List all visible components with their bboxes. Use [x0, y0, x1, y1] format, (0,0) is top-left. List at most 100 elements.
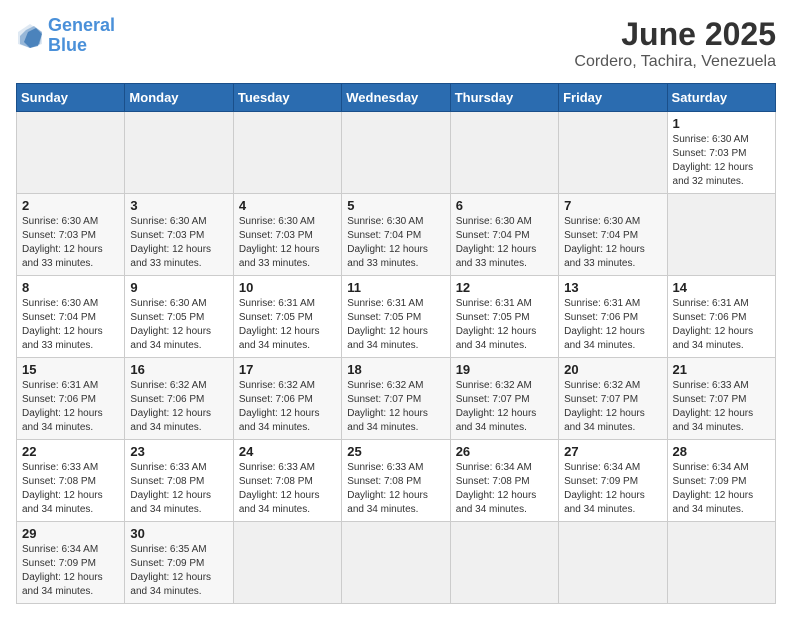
calendar-cell: 6 Sunrise: 6:30 AM Sunset: 7:04 PM Dayli…	[450, 194, 558, 276]
day-info: Sunrise: 6:33 AM Sunset: 7:07 PM Dayligh…	[673, 379, 770, 435]
sunrise-text: Sunrise: 6:30 AM	[22, 215, 119, 229]
day-number: 8	[22, 280, 119, 295]
sunrise-text: Sunrise: 6:31 AM	[564, 297, 661, 311]
sunrise-text: Sunrise: 6:32 AM	[130, 379, 227, 393]
day-number: 9	[130, 280, 227, 295]
day-number: 18	[347, 362, 444, 377]
calendar-cell: 18 Sunrise: 6:32 AM Sunset: 7:07 PM Dayl…	[342, 358, 450, 440]
sunset-text: Sunset: 7:08 PM	[456, 475, 553, 489]
sunset-text: Sunset: 7:04 PM	[456, 229, 553, 243]
sunrise-text: Sunrise: 6:32 AM	[564, 379, 661, 393]
sunrise-text: Sunrise: 6:30 AM	[22, 297, 119, 311]
weekday-header-monday: Monday	[125, 84, 233, 112]
sunrise-text: Sunrise: 6:34 AM	[456, 461, 553, 475]
day-info: Sunrise: 6:32 AM Sunset: 7:07 PM Dayligh…	[347, 379, 444, 435]
daylight-text: Daylight: 12 hours and 33 minutes.	[22, 243, 119, 271]
day-number: 6	[456, 198, 553, 213]
sunset-text: Sunset: 7:07 PM	[347, 393, 444, 407]
calendar-table: SundayMondayTuesdayWednesdayThursdayFrid…	[16, 83, 776, 604]
daylight-text: Daylight: 12 hours and 34 minutes.	[564, 489, 661, 517]
day-number: 25	[347, 444, 444, 459]
day-info: Sunrise: 6:30 AM Sunset: 7:04 PM Dayligh…	[22, 297, 119, 353]
calendar-cell: 28 Sunrise: 6:34 AM Sunset: 7:09 PM Dayl…	[667, 440, 775, 522]
daylight-text: Daylight: 12 hours and 34 minutes.	[22, 571, 119, 599]
day-number: 11	[347, 280, 444, 295]
day-number: 15	[22, 362, 119, 377]
daylight-text: Daylight: 12 hours and 34 minutes.	[673, 325, 770, 353]
calendar-cell: 27 Sunrise: 6:34 AM Sunset: 7:09 PM Dayl…	[559, 440, 667, 522]
calendar-cell: 24 Sunrise: 6:33 AM Sunset: 7:08 PM Dayl…	[233, 440, 341, 522]
weekday-header-wednesday: Wednesday	[342, 84, 450, 112]
calendar-week-6: 29 Sunrise: 6:34 AM Sunset: 7:09 PM Dayl…	[17, 522, 776, 604]
day-info: Sunrise: 6:31 AM Sunset: 7:05 PM Dayligh…	[456, 297, 553, 353]
day-number: 14	[673, 280, 770, 295]
day-number: 3	[130, 198, 227, 213]
day-info: Sunrise: 6:34 AM Sunset: 7:09 PM Dayligh…	[22, 543, 119, 599]
calendar-cell: 29 Sunrise: 6:34 AM Sunset: 7:09 PM Dayl…	[17, 522, 125, 604]
weekday-header-saturday: Saturday	[667, 84, 775, 112]
calendar-cell: 25 Sunrise: 6:33 AM Sunset: 7:08 PM Dayl…	[342, 440, 450, 522]
day-number: 30	[130, 526, 227, 541]
day-number: 29	[22, 526, 119, 541]
sunrise-text: Sunrise: 6:31 AM	[347, 297, 444, 311]
calendar-cell	[233, 112, 341, 194]
logo: General Blue	[16, 16, 115, 56]
sunset-text: Sunset: 7:08 PM	[347, 475, 444, 489]
sunrise-text: Sunrise: 6:30 AM	[347, 215, 444, 229]
sunset-text: Sunset: 7:07 PM	[564, 393, 661, 407]
sunset-text: Sunset: 7:07 PM	[673, 393, 770, 407]
daylight-text: Daylight: 12 hours and 34 minutes.	[130, 407, 227, 435]
daylight-text: Daylight: 12 hours and 34 minutes.	[347, 407, 444, 435]
calendar-cell	[233, 522, 341, 604]
sunset-text: Sunset: 7:04 PM	[22, 311, 119, 325]
sunset-text: Sunset: 7:05 PM	[347, 311, 444, 325]
calendar-cell: 16 Sunrise: 6:32 AM Sunset: 7:06 PM Dayl…	[125, 358, 233, 440]
weekday-header-friday: Friday	[559, 84, 667, 112]
daylight-text: Daylight: 12 hours and 33 minutes.	[564, 243, 661, 271]
day-number: 22	[22, 444, 119, 459]
day-number: 10	[239, 280, 336, 295]
calendar-cell: 21 Sunrise: 6:33 AM Sunset: 7:07 PM Dayl…	[667, 358, 775, 440]
day-info: Sunrise: 6:30 AM Sunset: 7:03 PM Dayligh…	[673, 133, 770, 189]
day-info: Sunrise: 6:30 AM Sunset: 7:04 PM Dayligh…	[456, 215, 553, 271]
sunrise-text: Sunrise: 6:30 AM	[239, 215, 336, 229]
daylight-text: Daylight: 12 hours and 34 minutes.	[564, 407, 661, 435]
daylight-text: Daylight: 12 hours and 34 minutes.	[456, 489, 553, 517]
sunrise-text: Sunrise: 6:30 AM	[130, 215, 227, 229]
sunset-text: Sunset: 7:06 PM	[564, 311, 661, 325]
calendar-body: 1 Sunrise: 6:30 AM Sunset: 7:03 PM Dayli…	[17, 112, 776, 604]
sunset-text: Sunset: 7:09 PM	[22, 557, 119, 571]
sunset-text: Sunset: 7:06 PM	[673, 311, 770, 325]
day-info: Sunrise: 6:31 AM Sunset: 7:05 PM Dayligh…	[347, 297, 444, 353]
sunset-text: Sunset: 7:07 PM	[456, 393, 553, 407]
daylight-text: Daylight: 12 hours and 34 minutes.	[130, 325, 227, 353]
day-info: Sunrise: 6:33 AM Sunset: 7:08 PM Dayligh…	[130, 461, 227, 517]
sunset-text: Sunset: 7:06 PM	[130, 393, 227, 407]
calendar-cell: 20 Sunrise: 6:32 AM Sunset: 7:07 PM Dayl…	[559, 358, 667, 440]
page-header: General Blue June 2025 Cordero, Tachira,…	[16, 16, 776, 71]
day-info: Sunrise: 6:31 AM Sunset: 7:06 PM Dayligh…	[673, 297, 770, 353]
calendar-subtitle: Cordero, Tachira, Venezuela	[574, 53, 776, 71]
day-number: 4	[239, 198, 336, 213]
daylight-text: Daylight: 12 hours and 33 minutes.	[22, 325, 119, 353]
sunrise-text: Sunrise: 6:32 AM	[456, 379, 553, 393]
sunset-text: Sunset: 7:05 PM	[239, 311, 336, 325]
calendar-cell: 10 Sunrise: 6:31 AM Sunset: 7:05 PM Dayl…	[233, 276, 341, 358]
sunset-text: Sunset: 7:05 PM	[130, 311, 227, 325]
daylight-text: Daylight: 12 hours and 34 minutes.	[239, 489, 336, 517]
sunset-text: Sunset: 7:03 PM	[22, 229, 119, 243]
calendar-cell: 8 Sunrise: 6:30 AM Sunset: 7:04 PM Dayli…	[17, 276, 125, 358]
sunset-text: Sunset: 7:08 PM	[130, 475, 227, 489]
sunrise-text: Sunrise: 6:31 AM	[239, 297, 336, 311]
sunset-text: Sunset: 7:08 PM	[22, 475, 119, 489]
weekday-header-row: SundayMondayTuesdayWednesdayThursdayFrid…	[17, 84, 776, 112]
sunset-text: Sunset: 7:09 PM	[130, 557, 227, 571]
day-number: 24	[239, 444, 336, 459]
sunrise-text: Sunrise: 6:31 AM	[22, 379, 119, 393]
daylight-text: Daylight: 12 hours and 34 minutes.	[347, 489, 444, 517]
day-number: 20	[564, 362, 661, 377]
daylight-text: Daylight: 12 hours and 34 minutes.	[130, 571, 227, 599]
calendar-cell: 19 Sunrise: 6:32 AM Sunset: 7:07 PM Dayl…	[450, 358, 558, 440]
day-number: 5	[347, 198, 444, 213]
calendar-cell: 9 Sunrise: 6:30 AM Sunset: 7:05 PM Dayli…	[125, 276, 233, 358]
